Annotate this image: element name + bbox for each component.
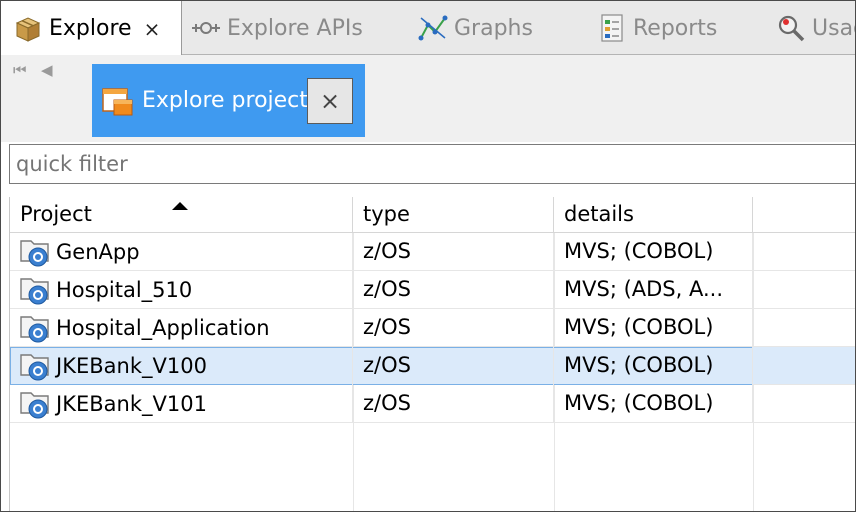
tab-explore-apis-label: Explore APIs: [227, 15, 363, 41]
filler-cell: [753, 309, 855, 347]
tab-explore-label: Explore: [49, 16, 132, 41]
zos-project-icon: [18, 311, 56, 345]
tab-explore-apis[interactable]: Explore APIs: [191, 1, 363, 55]
project-name: GenApp: [56, 240, 140, 264]
project-name: JKEBank_V100: [56, 354, 207, 378]
details-cell[interactable]: MVS; (COBOL): [554, 233, 753, 271]
zos-project-icon: [18, 349, 56, 383]
project-name: JKEBank_V101: [56, 392, 207, 416]
project-cell[interactable]: JKEBank_V101: [10, 385, 353, 423]
details-cell[interactable]: MVS; (COBOL): [554, 309, 753, 347]
zos-project-icon: [18, 235, 56, 269]
project-cell[interactable]: GenApp: [10, 233, 353, 271]
type-cell[interactable]: z/OS: [353, 309, 554, 347]
quick-filter-input[interactable]: [9, 144, 855, 184]
first-page-icon[interactable]: ⏮: [13, 61, 27, 79]
column-header-project[interactable]: Project: [10, 197, 353, 233]
column-header-details[interactable]: details: [554, 197, 753, 233]
details-cell[interactable]: MVS; (COBOL): [554, 347, 753, 385]
tab-explore-projects-label: Explore projects: [142, 88, 320, 113]
usage-search-icon: [776, 13, 806, 43]
table-header: Project type details: [10, 197, 855, 233]
close-icon[interactable]: ⨯: [144, 17, 161, 41]
filler-cell: [753, 385, 855, 423]
close-tab-button[interactable]: ⨯: [307, 78, 353, 124]
table-row[interactable]: GenApp z/OS MVS; (COBOL): [10, 233, 855, 271]
tab-explore[interactable]: Explore ⨯: [1, 1, 182, 56]
tab-explore-projects[interactable]: Explore projects ⨯: [92, 64, 365, 137]
table-row[interactable]: Hospital_Application z/OS MVS; (COBOL): [10, 309, 855, 347]
type-cell[interactable]: z/OS: [353, 233, 554, 271]
table-row[interactable]: JKEBank_V100 z/OS MVS; (COBOL): [10, 347, 855, 385]
tab-reports-label: Reports: [633, 15, 718, 41]
filler-cell: [753, 271, 855, 309]
zos-project-icon: [18, 273, 56, 307]
tab-usage-label: Usag: [812, 15, 855, 41]
column-header-type[interactable]: type: [353, 197, 554, 233]
sort-ascending-icon: [172, 202, 188, 210]
tab-reports[interactable]: Reports: [597, 1, 717, 55]
table-row[interactable]: JKEBank_V101 z/OS MVS; (COBOL): [10, 385, 855, 423]
close-icon: ⨯: [319, 87, 341, 115]
project-cell[interactable]: Hospital_510: [10, 271, 353, 309]
filler-cell: [753, 347, 855, 385]
project-cell[interactable]: JKEBank_V100: [10, 347, 353, 385]
graph-icon: [418, 13, 448, 43]
projects-table: Project type details GenApp z/OS MVS; (COB…: [9, 197, 855, 511]
details-cell[interactable]: MVS; (COBOL): [554, 385, 753, 423]
column-header-filler: [753, 197, 855, 233]
filler-cell: [753, 233, 855, 271]
type-cell[interactable]: z/OS: [353, 271, 554, 309]
tab-graphs-label: Graphs: [454, 15, 533, 41]
type-cell[interactable]: z/OS: [353, 347, 554, 385]
previous-page-icon[interactable]: ◀: [41, 61, 53, 79]
package-icon: [13, 14, 43, 44]
details-cell[interactable]: MVS; (ADS, A...: [554, 271, 753, 309]
folder-icon: [100, 83, 136, 119]
table-row[interactable]: Hospital_510 z/OS MVS; (ADS, A...: [10, 271, 855, 309]
zos-project-icon: [18, 387, 56, 421]
tab-usage[interactable]: Usag: [776, 1, 855, 55]
project-name: Hospital_Application: [56, 316, 270, 340]
report-icon: [597, 13, 627, 43]
project-cell[interactable]: Hospital_Application: [10, 309, 353, 347]
api-icon: [191, 13, 221, 43]
type-cell[interactable]: z/OS: [353, 385, 554, 423]
tab-bar: Explore ⨯ Explore APIs Graphs Reports Us…: [1, 1, 855, 56]
view-toolbar: ⏮ ◀ Explore projects ⨯: [1, 55, 855, 142]
project-name: Hospital_510: [56, 278, 193, 302]
tab-graphs[interactable]: Graphs: [418, 1, 533, 55]
explore-window: Explore ⨯ Explore APIs Graphs Reports Us…: [0, 0, 856, 512]
